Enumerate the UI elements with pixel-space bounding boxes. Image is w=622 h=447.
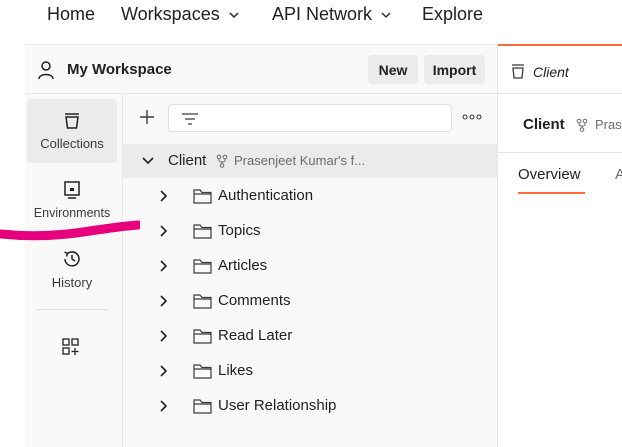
tab-label: Client [533,64,569,80]
folder-row[interactable]: User Relationship [123,389,497,424]
collections-panel: Client Prasenjeet Kumar's f... Authentic… [123,94,497,447]
nav-api-network[interactable]: API Network [272,4,392,25]
environment-icon [64,181,80,199]
chevron-right-icon[interactable] [159,190,167,202]
folder-icon [193,224,212,239]
tab-overview[interactable]: Overview [518,166,581,183]
collections-icon [65,113,79,129]
sidebar-rail: Collections Environments History [25,94,123,447]
collection-title[interactable]: Client [523,116,565,133]
new-button[interactable]: New [368,55,418,84]
folder-row[interactable]: Articles [123,249,497,284]
more-options-icon[interactable] [462,112,482,122]
folder-label: Authentication [218,187,314,204]
collection-owner: Pras [595,117,622,132]
collections-icon [512,64,524,79]
folder-icon [193,364,212,379]
collection-overview-pane: Client Client Pras Overview A [497,44,622,447]
nav-workspaces-label: Workspaces [121,4,220,24]
top-nav: Home Workspaces API Network Explore [0,0,622,30]
nav-api-network-label: API Network [272,4,373,24]
folder-label: Read Later [218,327,293,344]
chevron-right-icon[interactable] [159,295,167,307]
plus-icon[interactable] [138,108,156,126]
folder-icon [193,189,212,204]
chevron-down-icon [229,11,239,18]
folder-icon [193,399,212,414]
filter-icon [182,113,198,125]
collection-name: Client [168,152,207,169]
chevron-right-icon[interactable] [159,330,167,342]
configure-workbench-icon[interactable] [60,336,82,358]
fork-icon [216,154,228,168]
folder-label: Comments [218,292,291,309]
person-icon [38,61,54,80]
tab-authorization[interactable]: A [615,166,622,183]
nav-home[interactable]: Home [47,4,95,25]
folder-row[interactable]: Read Later [123,319,497,354]
folder-icon [193,329,212,344]
sidebar-divider [37,309,109,310]
folder-row[interactable]: Authentication [123,179,497,214]
folder-label: Likes [218,362,254,379]
highlight-marker-stroke [0,220,140,241]
tab-client[interactable]: Client [498,46,622,94]
sidebar-item-label: Collections [40,136,104,151]
chevron-down-icon [381,12,391,18]
nav-explore[interactable]: Explore [422,4,483,25]
chevron-right-icon[interactable] [159,225,167,237]
nav-explore-label: Explore [422,4,484,24]
chevron-right-icon[interactable] [159,400,167,412]
folder-icon [193,294,212,309]
chevron-right-icon[interactable] [159,260,167,272]
active-tab-underline [518,192,585,194]
folder-label: Topics [218,222,261,239]
workspace-header: My Workspace New Import [25,44,497,94]
sidebar-item-collections[interactable]: Collections [27,99,117,163]
workspace-title: My Workspace [67,61,172,78]
sidebar-item-history[interactable]: History [27,238,117,302]
nav-home-label: Home [47,4,96,24]
chevron-right-icon[interactable] [159,365,167,377]
folder-row[interactable]: Topics [123,214,497,249]
sidebar-item-label: History [51,275,93,290]
folder-icon [193,259,212,274]
folder-label: User Relationship [218,397,337,414]
fork-icon [576,118,588,132]
folder-label: Articles [218,257,268,274]
collections-toolbar [123,94,497,142]
folder-row[interactable]: Likes [123,354,497,389]
collection-owner: Prasenjeet Kumar's f... [234,153,366,168]
import-button[interactable]: Import [424,55,485,84]
history-icon [64,251,80,267]
filter-input[interactable] [168,104,452,132]
folder-row[interactable]: Comments [123,284,497,319]
divider [498,152,622,153]
collection-row[interactable]: Client Prasenjeet Kumar's f... [123,144,497,178]
nav-workspaces[interactable]: Workspaces [121,4,240,25]
chevron-down-icon[interactable] [142,156,154,166]
